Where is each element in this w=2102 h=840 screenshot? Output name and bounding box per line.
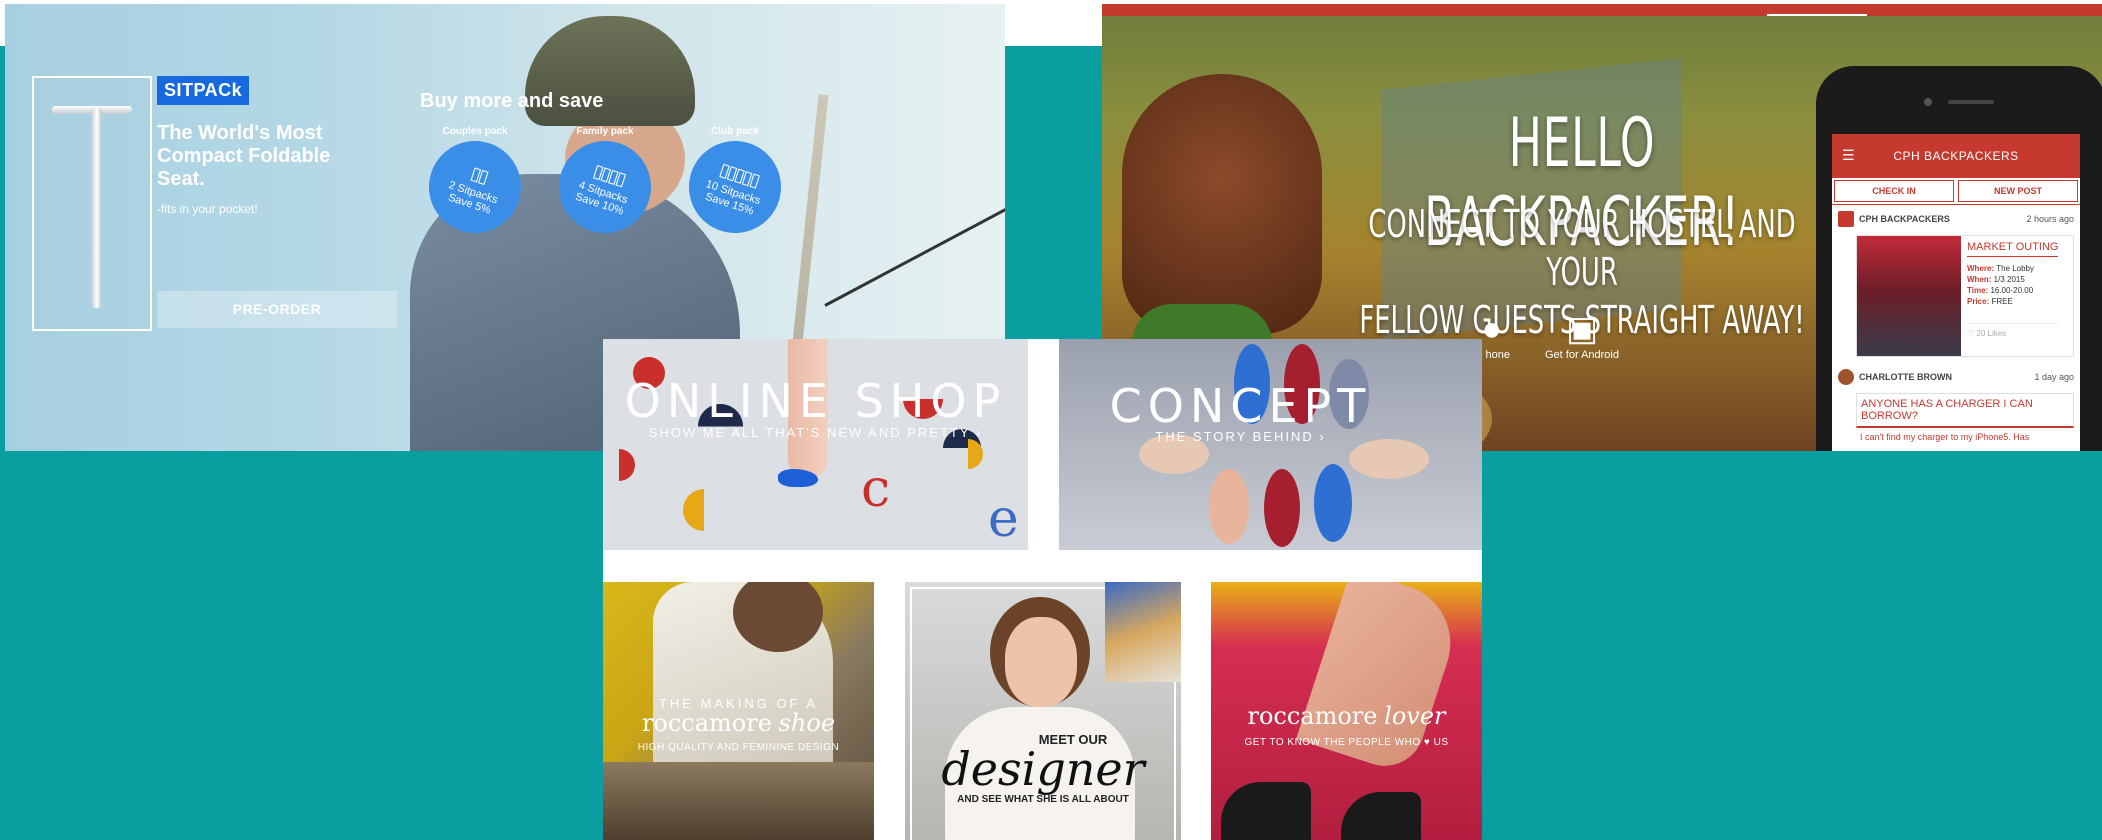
online-shop-tile[interactable]: c e ONLINE SHOP SHOW ME ALL THAT'S NEW A… xyxy=(603,339,1028,550)
app-header: ☰ CPH BACKPACKERS xyxy=(1832,134,2080,178)
reed-graphic xyxy=(791,94,829,354)
lover-subtitle: GET TO KNOW THE PEOPLE WHO ♥ US xyxy=(1244,737,1449,748)
android-download-link[interactable]: ▣ Get for Android xyxy=(1522,309,1642,361)
concept-title: CONCEPT xyxy=(1109,379,1372,433)
phone-camera xyxy=(1924,98,1932,106)
seat-stick-graphic xyxy=(92,108,102,308)
post-header: CHARLOTTE BROWN 1 day ago xyxy=(1838,369,2074,385)
avatar xyxy=(1838,211,1854,227)
post-time: 2 hours ago xyxy=(2026,214,2074,224)
making-headline: roccamore shoe xyxy=(603,709,874,738)
family-pack-offer[interactable]: Family pack ▯▯▯▯ 4 Sitpacks Save 10% xyxy=(547,126,663,245)
like-button[interactable]: ♡ 20 Likes xyxy=(1967,323,2059,339)
likes-count: 20 Likes xyxy=(1976,329,2007,338)
decor-letter-c: c xyxy=(861,459,891,519)
lover-headline: roccamore lover xyxy=(1211,702,1482,731)
shoe-graphic xyxy=(1349,439,1429,479)
post-author: CHARLOTTE BROWN xyxy=(1859,372,1952,382)
heel-graphic xyxy=(1221,782,1311,840)
android-label: Get for Android xyxy=(1545,349,1619,361)
product-headline: The World's Most Compact Foldable Seat. xyxy=(157,122,331,190)
decor-letter-e: e xyxy=(988,489,1019,549)
where-label: Where: xyxy=(1967,264,1995,273)
woman-hair-graphic xyxy=(1122,74,1322,334)
designer-face-graphic xyxy=(1005,617,1077,707)
product-image-frame xyxy=(32,76,152,331)
pack-title: Family pack xyxy=(576,126,634,137)
app-title: CPH BACKPACKERS xyxy=(1893,149,2019,163)
event-card[interactable]: MARKET OUTING Where: The Lobby When: 1/3… xyxy=(1856,235,2074,357)
market-photo xyxy=(1857,236,1961,356)
top-bar xyxy=(1102,4,2102,16)
price-label: Price: xyxy=(1967,297,1990,306)
designer-script: designer xyxy=(941,742,1145,796)
concept-tile[interactable]: CONCEPT THE STORY BEHIND › xyxy=(1059,339,1482,550)
pack-badge: ▯▯ 2 Sitpacks Save 5% xyxy=(417,129,533,245)
shoe-graphic xyxy=(1209,469,1249,544)
roccamore-screenshot: c e ONLINE SHOP SHOW ME ALL THAT'S NEW A… xyxy=(603,339,1482,840)
phone-mockup: ☰ CPH BACKPACKERS CHECK IN NEW POST CPH … xyxy=(1816,66,2102,451)
app-tabs: CHECK IN NEW POST xyxy=(1832,178,2080,205)
decor-circle xyxy=(683,489,704,531)
event-details: MARKET OUTING Where: The Lobby When: 1/3… xyxy=(1961,236,2064,356)
nav-indicator xyxy=(1767,14,1867,16)
product-subline: -fits in your pocket! xyxy=(157,202,258,216)
couples-pack-offer[interactable]: Couples pack ▯▯ 2 Sitpacks Save 5% xyxy=(417,126,533,245)
time-value: 16.00-20.00 xyxy=(1990,286,2034,295)
making-brand: roccamore xyxy=(641,709,772,737)
roccamore-lover-tile[interactable]: roccamore lover GET TO KNOW THE PEOPLE W… xyxy=(1211,582,1482,840)
check-in-tab[interactable]: CHECK IN xyxy=(1834,180,1954,202)
post-author: CPH BACKPACKERS xyxy=(1859,214,1950,224)
post-header: CPH BACKPACKERS 2 hours ago xyxy=(1838,211,2074,227)
sitpack-logo[interactable]: SITPACk xyxy=(157,76,250,105)
fishing-rod-graphic xyxy=(824,196,1005,307)
post-time: 1 day ago xyxy=(2034,372,2074,382)
when-label: When: xyxy=(1967,275,1992,284)
making-of-shoe-tile[interactable]: THE MAKING OF A roccamore shoe HIGH QUAL… xyxy=(603,582,874,840)
feed-post[interactable]: CPH BACKPACKERS 2 hours ago MARKET OUTIN… xyxy=(1832,205,2080,363)
shoe-graphic xyxy=(1264,469,1300,547)
making-script: shoe xyxy=(778,709,836,737)
phone-speaker xyxy=(1948,100,1994,104)
lover-script: lover xyxy=(1384,702,1446,730)
shoe-graphic xyxy=(1314,464,1352,542)
new-post-tab[interactable]: NEW POST xyxy=(1958,180,2078,202)
lover-brand: roccamore xyxy=(1247,702,1378,730)
android-icon: ▣ xyxy=(1565,310,1599,348)
event-title: MARKET OUTING xyxy=(1967,242,2059,257)
painting-graphic xyxy=(1105,582,1181,682)
when-value: 1/3 2015 xyxy=(1993,275,2025,284)
time-label: Time: xyxy=(1967,286,1989,295)
blue-shoe-graphic xyxy=(778,469,818,487)
online-shop-subtitle: SHOW ME ALL THAT'S NEW AND PRETTY › xyxy=(648,425,983,440)
feed-post[interactable]: CHARLOTTE BROWN 1 day ago ANYONE HAS A C… xyxy=(1832,363,2080,448)
preorder-button[interactable]: PRE-ORDER xyxy=(157,291,397,328)
buy-more-heading: Buy more and save xyxy=(420,90,604,112)
making-subtitle: HIGH QUALITY AND FEMININE DESIGN xyxy=(637,742,840,753)
hamburger-menu-icon[interactable]: ☰ xyxy=(1842,148,1856,162)
post-text: I can't find my charger to my iPhone5. H… xyxy=(1860,432,2030,442)
sitpack-bag-icon: ▯▯ xyxy=(468,162,490,187)
pack-title: Couples pack xyxy=(442,126,508,137)
pack-badge: ▯▯▯▯ 4 Sitpacks Save 10% xyxy=(547,129,663,245)
avatar xyxy=(1838,369,1854,385)
pack-badge: ▯▯▯▯▯ 10 Sitpacks Save 15% xyxy=(677,129,793,245)
workbench-graphic xyxy=(603,762,874,840)
price-value: FREE xyxy=(1991,297,2013,306)
decor-circle xyxy=(619,449,635,481)
heart-icon: ♡ xyxy=(1967,329,1975,338)
pack-title: Club pack xyxy=(711,126,759,137)
app-screen: ☰ CPH BACKPACKERS CHECK IN NEW POST CPH … xyxy=(1832,134,2080,451)
meet-designer-tile[interactable]: MEET OUR designer AND SEE WHAT SHE IS AL… xyxy=(905,582,1181,840)
concept-subtitle: THE STORY BEHIND › xyxy=(1155,429,1326,444)
online-shop-title: ONLINE SHOP xyxy=(624,374,1007,428)
post-title: ANYONE HAS A CHARGER I CAN BORROW? xyxy=(1856,393,2074,428)
designer-subtitle: AND SEE WHAT SHE IS ALL ABOUT xyxy=(957,794,1129,805)
where-value: The Lobby xyxy=(1996,264,2035,273)
heel-graphic xyxy=(1341,792,1421,840)
club-pack-offer[interactable]: Club pack ▯▯▯▯▯ 10 Sitpacks Save 15% xyxy=(677,126,793,245)
hero-subtitle-line1: CONNECT TO YOUR HOSTEL AND YOUR xyxy=(1368,202,1796,294)
